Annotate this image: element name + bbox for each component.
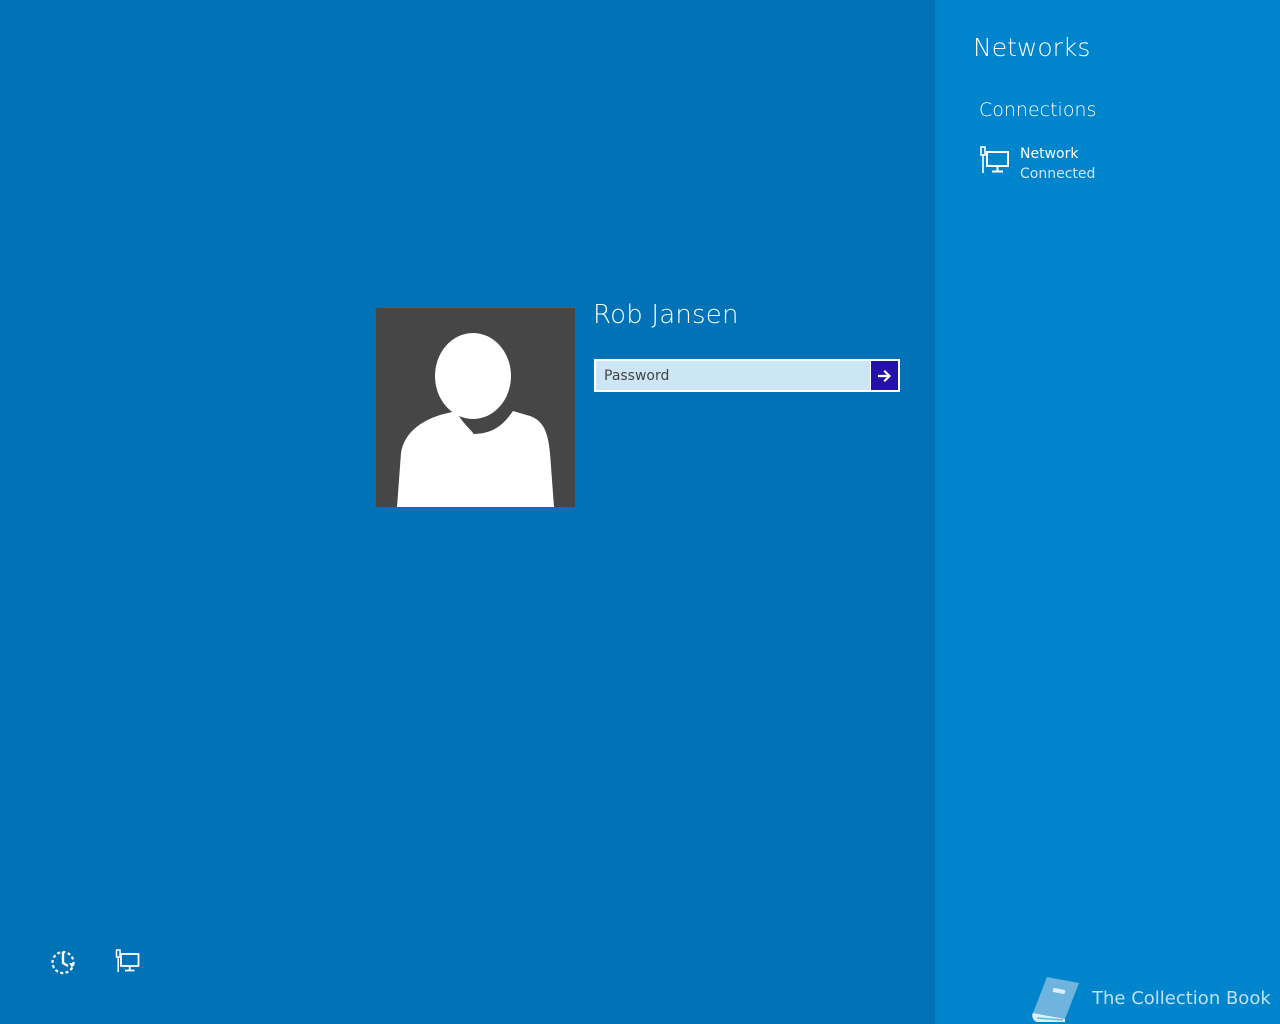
connection-item-network[interactable]: Network Connected bbox=[977, 142, 1267, 188]
submit-button[interactable] bbox=[871, 361, 898, 390]
ease-of-access-button[interactable] bbox=[49, 948, 77, 976]
panel-title: Networks bbox=[973, 33, 1091, 62]
watermark-text: The Collection Book bbox=[1092, 988, 1271, 1009]
network-button[interactable] bbox=[114, 948, 142, 976]
user-avatar bbox=[376, 308, 575, 507]
book-icon bbox=[1032, 977, 1079, 1022]
connection-status: Connected bbox=[1020, 166, 1096, 182]
connection-name: Network bbox=[1020, 146, 1079, 162]
lock-screen: Rob Jansen Networks Connections Network … bbox=[0, 0, 1280, 1024]
wired-network-icon bbox=[115, 949, 140, 972]
networks-panel: Networks Connections Network Connected T… bbox=[935, 0, 1280, 1024]
wired-network-icon bbox=[980, 146, 1009, 173]
arrow-right-icon bbox=[877, 369, 891, 382]
ease-of-access-icon bbox=[51, 950, 75, 975]
password-input[interactable] bbox=[596, 361, 870, 390]
watermark: The Collection Book bbox=[1029, 975, 1271, 1023]
user-name: Rob Jansen bbox=[593, 300, 739, 330]
password-box bbox=[594, 359, 900, 392]
user-silhouette-icon bbox=[397, 333, 554, 507]
login-area: Rob Jansen bbox=[0, 0, 935, 1024]
connections-heading: Connections bbox=[979, 99, 1097, 121]
